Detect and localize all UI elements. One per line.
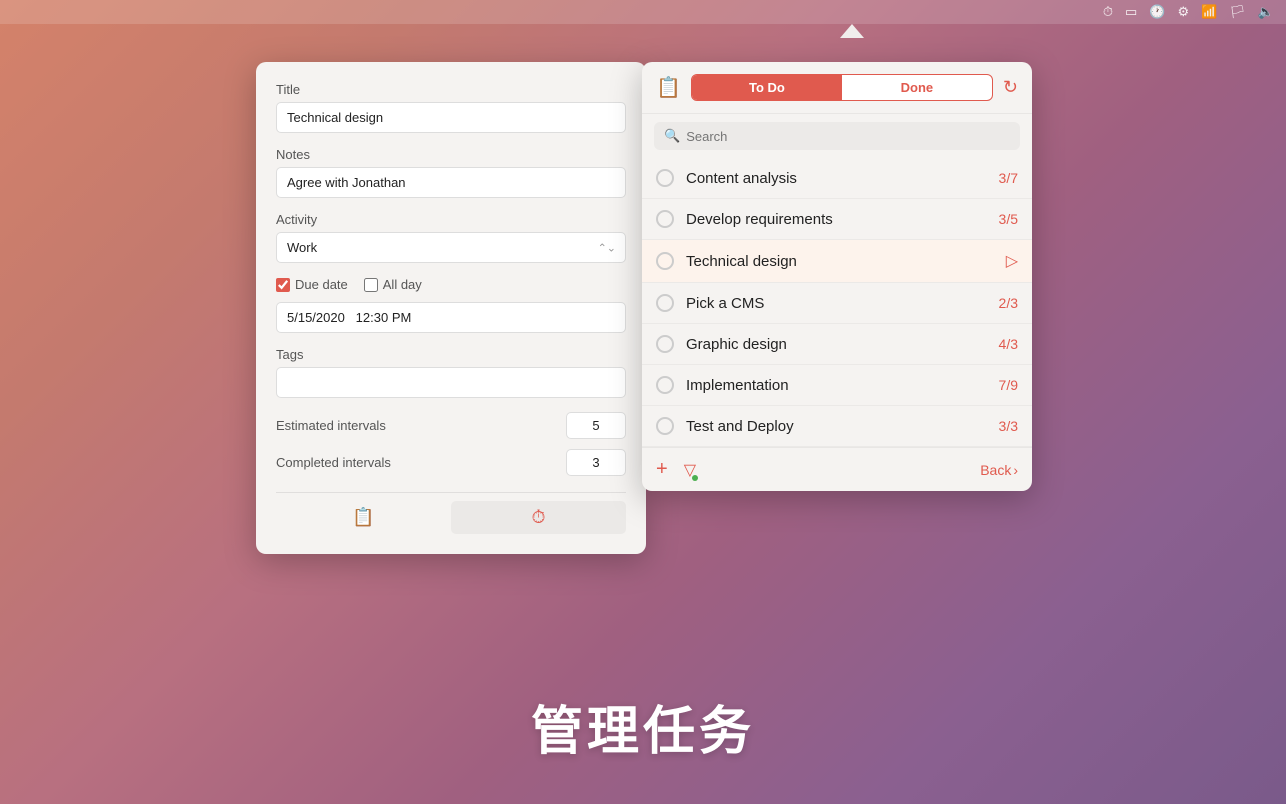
search-input[interactable]: [686, 129, 1010, 144]
tab-timer[interactable]: ⏱: [451, 501, 626, 534]
estimated-intervals-row: Estimated intervals: [276, 412, 626, 439]
notes-label: Notes: [276, 147, 626, 162]
due-date-row: Due date All day: [276, 277, 626, 292]
refresh-icon[interactable]: ↻: [1003, 77, 1018, 98]
list-item[interactable]: Graphic design 4/3: [642, 324, 1032, 365]
right-panel-footer: + ▽ Back ›: [642, 447, 1032, 491]
activity-select-wrapper: Work Personal Study Break ⌃⌄: [276, 232, 626, 263]
completed-intervals-input[interactable]: [566, 449, 626, 476]
activity-label: Activity: [276, 212, 626, 227]
due-date-checkbox[interactable]: [276, 278, 290, 292]
play-icon[interactable]: ▷: [1006, 251, 1018, 271]
flag-icon: 🏳: [1229, 4, 1246, 20]
task-name: Test and Deploy: [686, 418, 987, 435]
tab-notes[interactable]: 📋: [276, 501, 451, 534]
task-circle-icon: [656, 335, 674, 353]
tags-input[interactable]: [276, 367, 626, 398]
clock-icon: 🕐: [1149, 4, 1165, 20]
bottom-tabs: 📋 ⏱: [276, 492, 626, 534]
timer-tab-icon: ⏱: [531, 507, 545, 528]
menubar: ⏱ ▭ 🕐 ⚙ 📶 🏳 🔈: [0, 0, 1286, 24]
task-name: Implementation: [686, 377, 987, 394]
filter-active-dot: [692, 475, 698, 481]
add-task-button[interactable]: +: [656, 458, 668, 481]
task-count: 3/5: [999, 211, 1018, 227]
right-panel-header: 📋 To Do Done ↻: [642, 62, 1032, 114]
completed-intervals-row: Completed intervals: [276, 449, 626, 476]
due-date-label: Due date: [295, 277, 348, 292]
wifi-icon: 📶: [1201, 4, 1217, 20]
task-editor-panel: Title Notes Activity Work Personal Study…: [256, 62, 646, 554]
all-day-checkbox[interactable]: [364, 278, 378, 292]
estimated-intervals-input[interactable]: [566, 412, 626, 439]
task-count: 7/9: [999, 377, 1018, 393]
volume-icon: 🔈: [1258, 4, 1274, 20]
task-name: Technical design: [686, 253, 994, 270]
list-item[interactable]: Test and Deploy 3/3: [642, 406, 1032, 447]
chevron-right-icon: ›: [1013, 462, 1018, 478]
task-name: Graphic design: [686, 336, 987, 353]
tooltip-arrow: [840, 24, 864, 38]
task-list: Content analysis 3/7 Develop requirement…: [642, 158, 1032, 447]
task-list-panel: 📋 To Do Done ↻ 🔍 Content analysis 3/7 De…: [642, 62, 1032, 491]
task-circle-icon: [656, 294, 674, 312]
settings-icon: ⚙: [1177, 4, 1189, 20]
task-count: 3/3: [999, 418, 1018, 434]
title-label: Title: [276, 82, 626, 97]
airplay-icon: ▭: [1125, 4, 1137, 20]
list-item[interactable]: Pick a CMS 2/3: [642, 283, 1032, 324]
list-item-selected[interactable]: Technical design ▷: [642, 240, 1032, 283]
task-name: Pick a CMS: [686, 295, 987, 312]
task-count: 4/3: [999, 336, 1018, 352]
task-count: 2/3: [999, 295, 1018, 311]
task-name: Content analysis: [686, 170, 987, 187]
list-item[interactable]: Content analysis 3/7: [642, 158, 1032, 199]
all-day-label: All day: [383, 277, 422, 292]
todo-tab-button[interactable]: To Do: [692, 75, 842, 100]
list-item[interactable]: Develop requirements 3/5: [642, 199, 1032, 240]
list-icon: 📋: [656, 75, 681, 100]
filter-button[interactable]: ▽: [684, 460, 696, 480]
completed-intervals-label: Completed intervals: [276, 455, 391, 470]
notes-input[interactable]: [276, 167, 626, 198]
task-name: Develop requirements: [686, 211, 987, 228]
task-circle-icon: [656, 210, 674, 228]
back-label: Back: [980, 462, 1011, 478]
task-circle-icon: [656, 417, 674, 435]
task-count: 3/7: [999, 170, 1018, 186]
activity-select[interactable]: Work Personal Study Break: [276, 232, 626, 263]
task-circle-icon: [656, 376, 674, 394]
done-tab-button[interactable]: Done: [842, 75, 992, 100]
list-item[interactable]: Implementation 7/9: [642, 365, 1032, 406]
task-circle-icon: [656, 169, 674, 187]
estimated-intervals-label: Estimated intervals: [276, 418, 386, 433]
due-date-checkbox-label[interactable]: Due date: [276, 277, 348, 292]
title-input[interactable]: [276, 102, 626, 133]
all-day-checkbox-label[interactable]: All day: [364, 277, 422, 292]
datetime-input[interactable]: [276, 302, 626, 333]
task-circle-icon: [656, 252, 674, 270]
search-bar: 🔍: [654, 122, 1020, 150]
search-icon: 🔍: [664, 128, 680, 144]
notes-tab-icon: 📋: [352, 507, 374, 528]
timer-icon: ⏱: [1103, 4, 1113, 20]
tab-buttons-group: To Do Done: [691, 74, 993, 101]
chinese-title: 管理任务: [0, 689, 1286, 764]
tags-label: Tags: [276, 347, 626, 362]
back-button[interactable]: Back ›: [980, 462, 1018, 478]
